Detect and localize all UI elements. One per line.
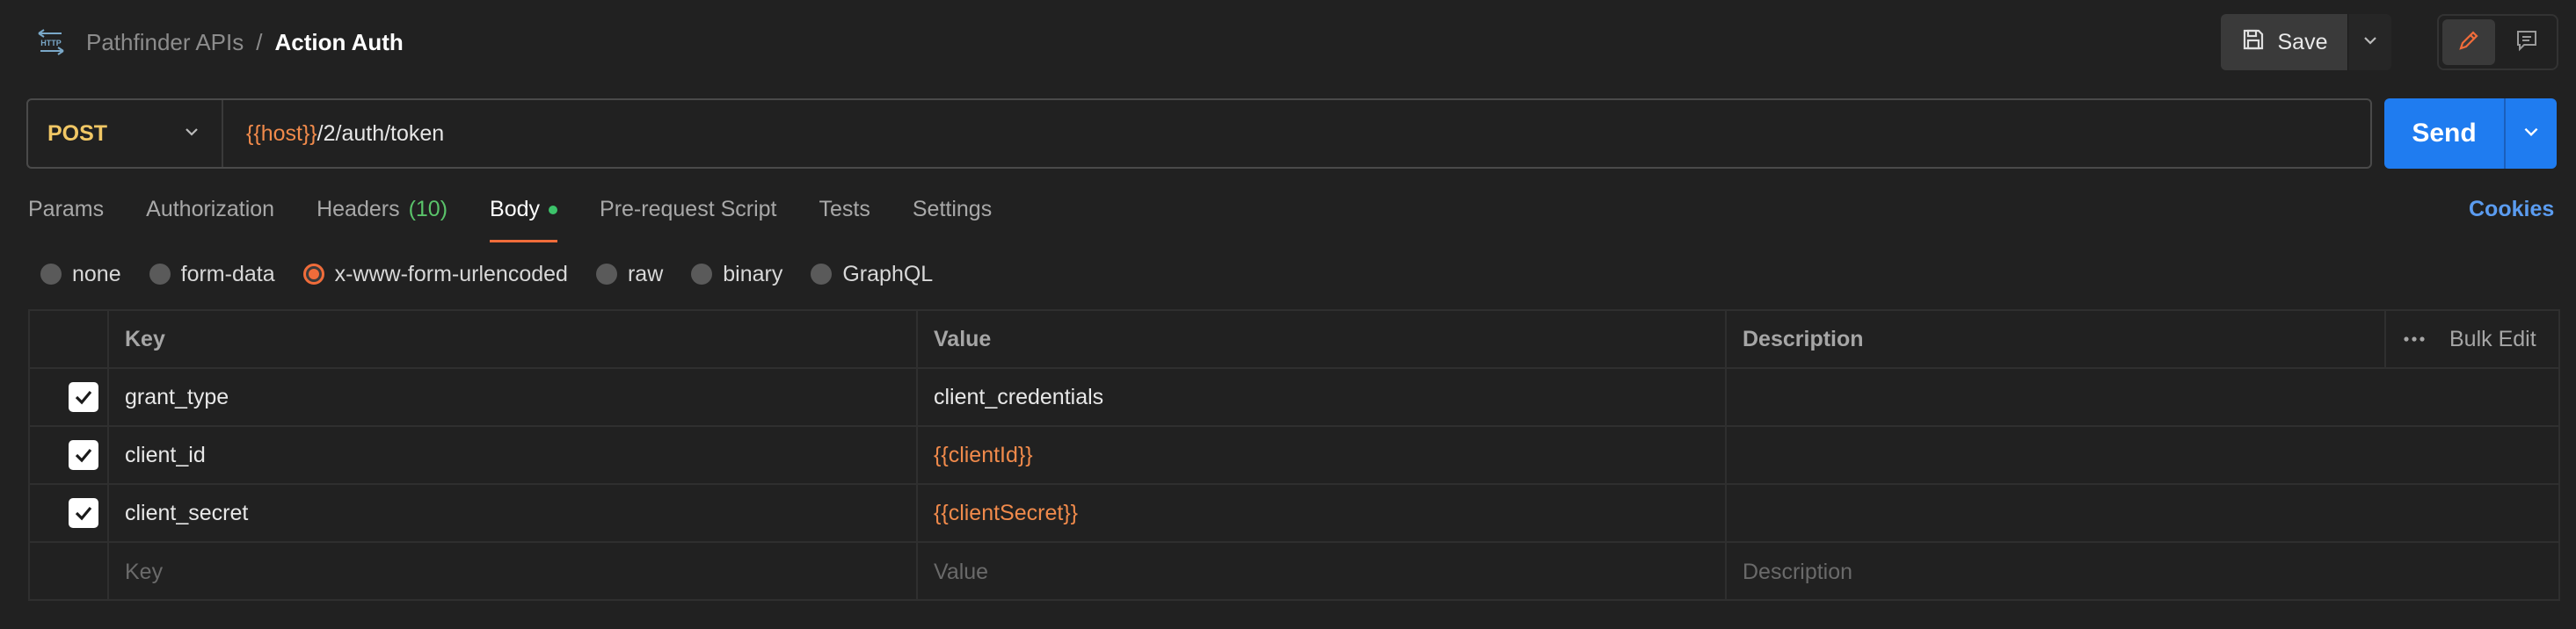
body-type-selector: none form-data x-www-form-urlencoded raw…	[40, 259, 961, 289]
url-variable: {{host}}	[246, 120, 317, 146]
radio-label: form-data	[180, 261, 275, 286]
send-group: Send	[2384, 98, 2557, 169]
radio-button[interactable]	[811, 264, 833, 285]
tab-label: Pre-request Script	[600, 197, 777, 221]
chevron-down-icon	[2521, 122, 2541, 146]
tab-label: Params	[28, 197, 105, 221]
tab-label: Headers	[317, 197, 400, 221]
save-options-button[interactable]	[2347, 14, 2391, 70]
radio-label: binary	[723, 261, 783, 286]
tab-label: Settings	[912, 197, 993, 221]
radio-label: none	[72, 261, 121, 286]
save-button[interactable]: Save	[2221, 14, 2347, 70]
request-url-bar: POST {{host}} /2/auth/token	[26, 98, 2372, 169]
tab-settings[interactable]: Settings	[913, 197, 992, 246]
column-header-value: Value	[934, 326, 992, 351]
table-header-row: Key Value Description Bulk Edit	[30, 311, 2558, 369]
radio-label: x-www-form-urlencoded	[334, 261, 568, 286]
radio-button[interactable]	[691, 264, 713, 285]
comments-button[interactable]	[2500, 19, 2553, 65]
new-value-input[interactable]: Value	[934, 543, 988, 601]
tab-label: Body	[490, 197, 541, 221]
breadcrumb: Pathfinder APIs / Action Auth	[86, 26, 404, 58]
radio-button[interactable]	[40, 264, 62, 285]
tab-label: Authorization	[146, 197, 275, 221]
radio-label: raw	[627, 261, 664, 286]
radio-x-www-form-urlencoded[interactable]: x-www-form-urlencoded	[302, 261, 568, 287]
url-path: /2/auth/token	[317, 120, 445, 146]
save-group: Save	[2221, 14, 2391, 70]
table-row: grant_type client_credentials	[30, 369, 2558, 427]
value-cell[interactable]: {{clientSecret}}	[934, 485, 1078, 541]
radio-button-selected[interactable]	[302, 264, 324, 285]
key-cell[interactable]: client_secret	[125, 485, 248, 541]
save-label: Save	[2277, 29, 2328, 54]
chevron-down-icon	[2361, 32, 2379, 54]
tab-pre-request-script[interactable]: Pre-request Script	[600, 197, 776, 246]
method-select[interactable]: POST	[28, 100, 223, 167]
tab-params[interactable]: Params	[28, 197, 104, 246]
breadcrumb-collection[interactable]: Pathfinder APIs	[86, 29, 244, 56]
row-checkbox[interactable]	[69, 369, 98, 425]
radio-graphql[interactable]: GraphQL	[811, 262, 933, 287]
new-key-input[interactable]: Key	[125, 543, 163, 601]
radio-button[interactable]	[149, 264, 171, 285]
form-urlencoded-table: Key Value Description Bulk Edit grant_ty…	[28, 309, 2560, 601]
checkmark-icon	[69, 382, 98, 412]
radio-label: GraphQL	[842, 261, 934, 286]
bulk-edit-button[interactable]: Bulk Edit	[2449, 311, 2536, 367]
table-row: client_id {{clientId}}	[30, 427, 2558, 485]
new-description-input[interactable]: Description	[1743, 543, 1852, 601]
svg-text:HTTP: HTTP	[40, 39, 62, 47]
tab-tests[interactable]: Tests	[819, 197, 870, 246]
url-input[interactable]: {{host}} /2/auth/token	[223, 121, 444, 147]
radio-button[interactable]	[595, 264, 617, 285]
column-header-key: Key	[125, 326, 165, 351]
chevron-down-icon	[183, 121, 200, 147]
more-options-icon[interactable]	[2402, 311, 2427, 367]
breadcrumb-separator: /	[256, 28, 263, 55]
headers-count-badge: (10)	[408, 197, 448, 221]
tab-body[interactable]: Body	[490, 197, 558, 246]
http-icon: HTTP	[35, 26, 67, 58]
value-cell[interactable]: {{clientId}}	[934, 427, 1033, 483]
pencil-icon	[2456, 27, 2482, 58]
radio-binary[interactable]: binary	[691, 262, 782, 287]
request-name[interactable]: Action Auth	[274, 29, 403, 56]
radio-form-data[interactable]: form-data	[149, 262, 275, 287]
edit-mode-button[interactable]	[2442, 19, 2495, 65]
method-label: POST	[47, 120, 108, 146]
send-button[interactable]: Send	[2384, 98, 2504, 169]
cookies-link[interactable]: Cookies	[2469, 197, 2554, 222]
row-checkbox[interactable]	[69, 427, 98, 483]
checkmark-icon	[69, 498, 98, 528]
view-mode-toggle	[2437, 14, 2558, 70]
body-indicator-dot	[549, 206, 558, 214]
row-checkbox[interactable]	[69, 485, 98, 541]
radio-none[interactable]: none	[40, 262, 121, 287]
value-cell[interactable]: client_credentials	[934, 369, 1103, 425]
send-options-button[interactable]	[2504, 98, 2557, 169]
tab-authorization[interactable]: Authorization	[146, 197, 274, 246]
tab-label: Tests	[819, 197, 870, 221]
comment-icon	[2514, 27, 2540, 58]
radio-raw[interactable]: raw	[595, 261, 664, 287]
checkmark-icon	[69, 440, 98, 470]
new-param-row: Key Value Description	[30, 543, 2558, 601]
save-icon	[2241, 27, 2266, 58]
tab-headers[interactable]: Headers (10)	[317, 197, 448, 246]
table-row: client_secret {{clientSecret}}	[30, 485, 2558, 543]
key-cell[interactable]: client_id	[125, 427, 206, 483]
column-header-description: Description	[1743, 326, 1864, 351]
request-tabs: Params Authorization Headers (10) Body P…	[28, 197, 1034, 246]
key-cell[interactable]: grant_type	[125, 369, 229, 425]
